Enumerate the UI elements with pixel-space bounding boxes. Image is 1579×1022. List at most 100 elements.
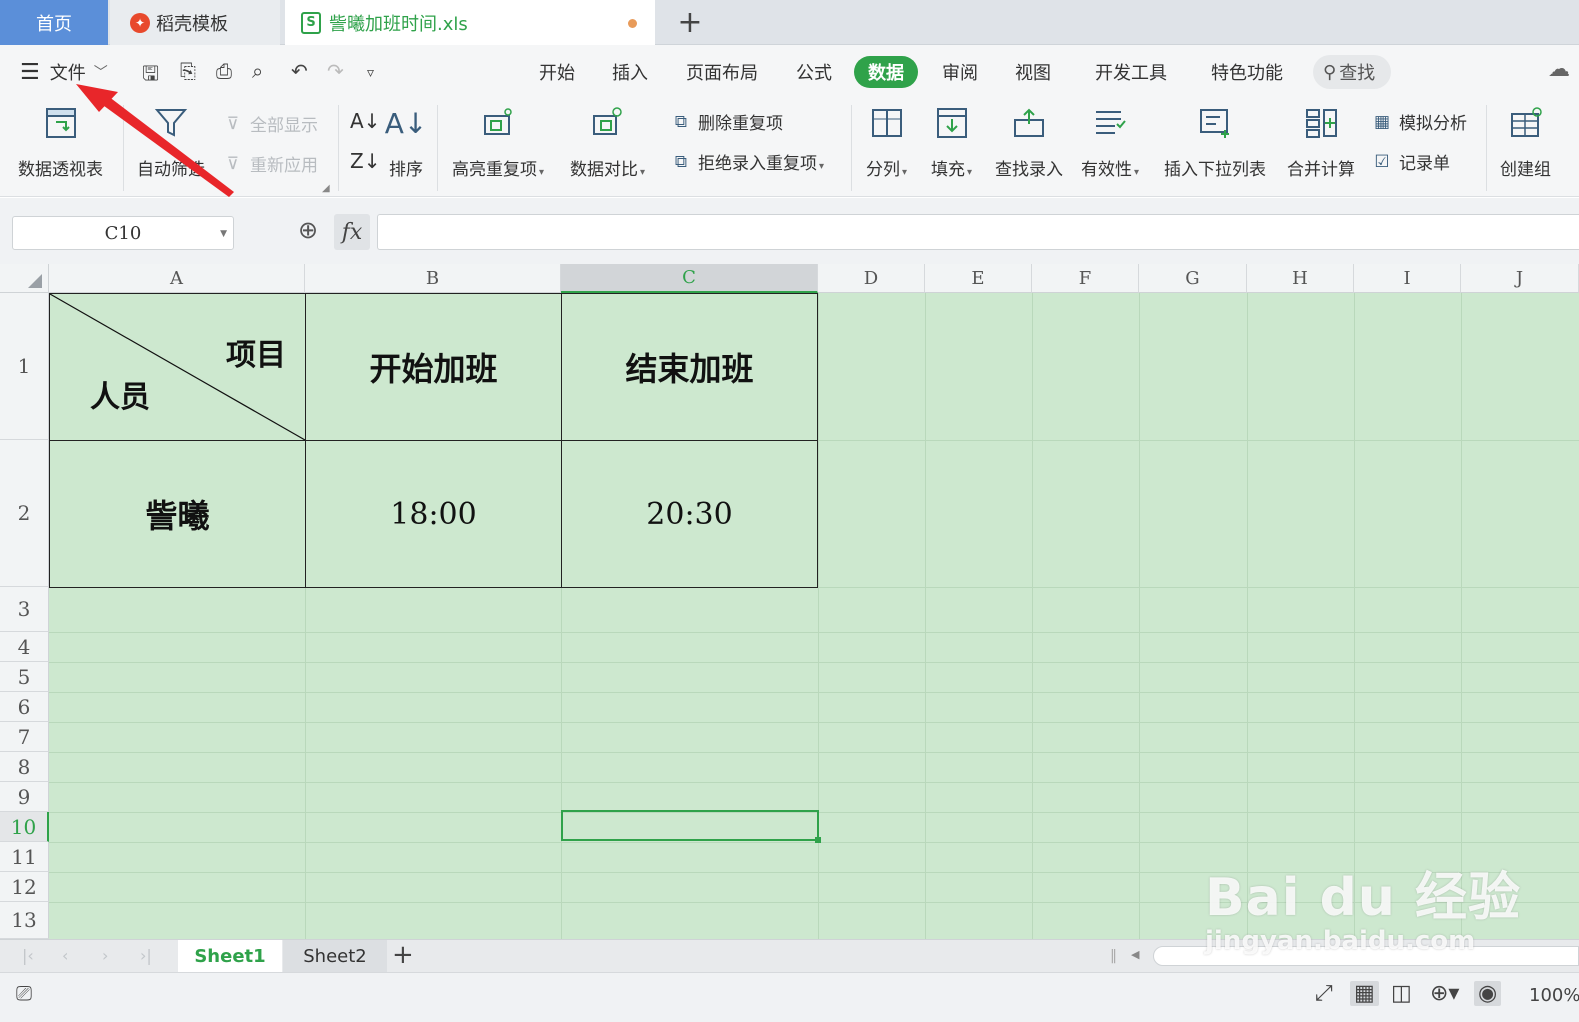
lookup-entry-button[interactable]: 查找录入 [995, 105, 1063, 180]
autofilter-button[interactable]: 自动筛选 [137, 105, 205, 180]
consolidate-button[interactable]: 合并计算 [1287, 105, 1355, 180]
scroll-left-icon[interactable]: ◀ [1131, 948, 1139, 961]
fullscreen-icon[interactable]: ⤢ [1315, 981, 1333, 1006]
data-compare-button[interactable]: 数据对比 ▾ [570, 105, 645, 180]
macro-record-icon[interactable]: ⎚ [16, 981, 32, 1005]
row-header-1[interactable]: 1 [0, 293, 49, 440]
column-header-e[interactable]: E [925, 264, 1032, 293]
fill-handle[interactable] [815, 837, 821, 843]
name-box[interactable]: C10 ▼ [12, 216, 234, 250]
add-sheet-icon[interactable]: + [392, 940, 414, 970]
tab-active-workbook[interactable]: S 訾曦加班时间.xls [285, 0, 655, 45]
sheet-tab-sheet1[interactable]: Sheet1 [178, 940, 282, 972]
reapply-label: 重新应用 [250, 156, 318, 176]
a1-column-header-text: 项目 [226, 338, 286, 373]
cloud-sync-icon[interactable]: ☁ [1548, 57, 1570, 82]
search-button[interactable]: ⚲ 查找 [1313, 55, 1391, 89]
cell-c1[interactable]: 结束加班 [561, 293, 818, 441]
column-header-h[interactable]: H [1247, 264, 1354, 293]
eye-protection-icon[interactable]: ◉ [1474, 981, 1502, 1006]
validity-button[interactable]: 有效性 ▾ [1081, 105, 1139, 180]
tab-formula[interactable]: 公式 [796, 59, 832, 85]
redo-icon[interactable]: ↷ [327, 59, 344, 83]
tab-view[interactable]: 视图 [1015, 59, 1051, 85]
fill-button[interactable]: 填充 ▾ [931, 105, 972, 180]
first-sheet-icon[interactable]: |‹ [22, 946, 34, 965]
column-header-d[interactable]: D [818, 264, 925, 293]
column-header-a[interactable]: A [49, 264, 305, 293]
tab-start[interactable]: 开始 [539, 59, 575, 85]
name-box-dropdown-icon[interactable]: ▼ [220, 229, 227, 239]
row-header-2[interactable]: 2 [0, 440, 49, 587]
row-header-6[interactable]: 6 [0, 692, 49, 722]
cell-b2[interactable]: 18:00 [305, 440, 562, 588]
sort-ascending-icon[interactable]: A↓ [350, 109, 380, 133]
tab-insert[interactable]: 插入 [612, 59, 648, 85]
insert-dropdown-button[interactable]: 插入下拉列表 [1164, 105, 1266, 180]
row-header-11[interactable]: 11 [0, 842, 49, 872]
format-painter-icon[interactable]: ⎘ [180, 59, 196, 83]
customize-quick-access-icon[interactable]: ▿ [367, 65, 374, 81]
page-layout-view-icon[interactable]: ◫ [1391, 981, 1412, 1006]
column-header-j[interactable]: J [1461, 264, 1579, 293]
what-if-analysis-button[interactable]: ▦ 模拟分析 [1371, 109, 1467, 135]
column-header-c[interactable]: C [561, 264, 818, 293]
formula-input[interactable] [377, 214, 1579, 250]
undo-icon[interactable]: ↶ [291, 59, 308, 83]
cell-a1-diagonal-header[interactable]: 项目 人员 [49, 293, 306, 441]
sheet-tab-sheet2[interactable]: Sheet2 [283, 940, 387, 972]
insert-function-button[interactable]: fx [334, 214, 370, 250]
reapply-button[interactable]: ⊽ 重新应用 [222, 151, 318, 177]
cell-a2[interactable]: 訾曦 [49, 440, 306, 588]
pivot-table-button[interactable]: 数据透视表 [18, 105, 103, 180]
delete-duplicates-button[interactable]: ⧉ 删除重复项 [670, 109, 783, 135]
file-menu-button[interactable]: ☰ 文件 ﹀ [20, 59, 108, 85]
print-preview-icon[interactable]: ⌕ [252, 59, 263, 83]
tab-special-features[interactable]: 特色功能 [1211, 59, 1283, 85]
tab-data[interactable]: 数据 [854, 56, 918, 88]
next-sheet-icon[interactable]: › [102, 946, 108, 965]
new-tab-button[interactable]: + [665, 0, 715, 45]
row-header-3[interactable]: 3 [0, 587, 49, 632]
last-sheet-icon[interactable]: ›| [140, 946, 152, 965]
dialog-launcher-icon[interactable]: ◢ [322, 183, 330, 194]
column-header-g[interactable]: G [1139, 264, 1247, 293]
split-column-button[interactable]: 分列 ▾ [866, 105, 907, 180]
sort-descending-icon[interactable]: Z↓ [350, 149, 380, 173]
reject-duplicates-button[interactable]: ⧉ 拒绝录入重复项 ▾ [670, 149, 824, 175]
highlight-duplicates-button[interactable]: 高亮重复项 ▾ [452, 105, 544, 180]
row-header-4[interactable]: 4 [0, 632, 49, 662]
create-group-button[interactable]: 创建组 [1500, 105, 1551, 180]
row-header-13[interactable]: 13 [0, 902, 49, 939]
column-header-b[interactable]: B [305, 264, 561, 293]
row-header-9[interactable]: 9 [0, 782, 49, 812]
spreadsheet-grid[interactable]: A B C D E F G H I J 1 2 3 4 5 6 7 8 9 10… [0, 264, 1579, 939]
prev-sheet-icon[interactable]: ‹ [62, 946, 68, 965]
row-header-8[interactable]: 8 [0, 752, 49, 782]
scroll-split-grip-icon[interactable]: ‖ [1110, 948, 1117, 964]
sort-button[interactable]: A↓ 排序 [385, 105, 428, 181]
active-cell-c10[interactable] [561, 810, 821, 843]
normal-view-icon[interactable]: ▦ [1350, 981, 1379, 1006]
record-form-button[interactable]: ☑ 记录单 [1371, 149, 1450, 175]
select-all-corner[interactable] [0, 264, 49, 293]
column-header-i[interactable]: I [1354, 264, 1461, 293]
save-icon[interactable]: 🖫 [142, 59, 159, 93]
row-header-10[interactable]: 10 [0, 812, 49, 842]
tab-docer-template[interactable]: ✦ 稻壳模板 [110, 0, 280, 45]
cell-b1[interactable]: 开始加班 [305, 293, 562, 441]
page-break-view-icon[interactable]: ⊕▾ [1430, 981, 1459, 1006]
zoom-level[interactable]: 100% [1529, 985, 1579, 1006]
row-header-7[interactable]: 7 [0, 722, 49, 752]
tab-page-layout[interactable]: 页面布局 [686, 59, 758, 85]
tab-home[interactable]: 首页 [0, 0, 108, 45]
tab-developer[interactable]: 开发工具 [1095, 59, 1167, 85]
cell-c2[interactable]: 20:30 [561, 440, 818, 588]
row-header-12[interactable]: 12 [0, 872, 49, 902]
row-header-5[interactable]: 5 [0, 662, 49, 692]
tab-review[interactable]: 审阅 [942, 59, 978, 85]
show-all-button[interactable]: ⊽ 全部显示 [222, 111, 318, 137]
column-header-f[interactable]: F [1032, 264, 1139, 293]
print-icon[interactable]: ⎙ [216, 59, 232, 83]
zoom-formula-icon[interactable]: ⊕ [298, 216, 318, 244]
